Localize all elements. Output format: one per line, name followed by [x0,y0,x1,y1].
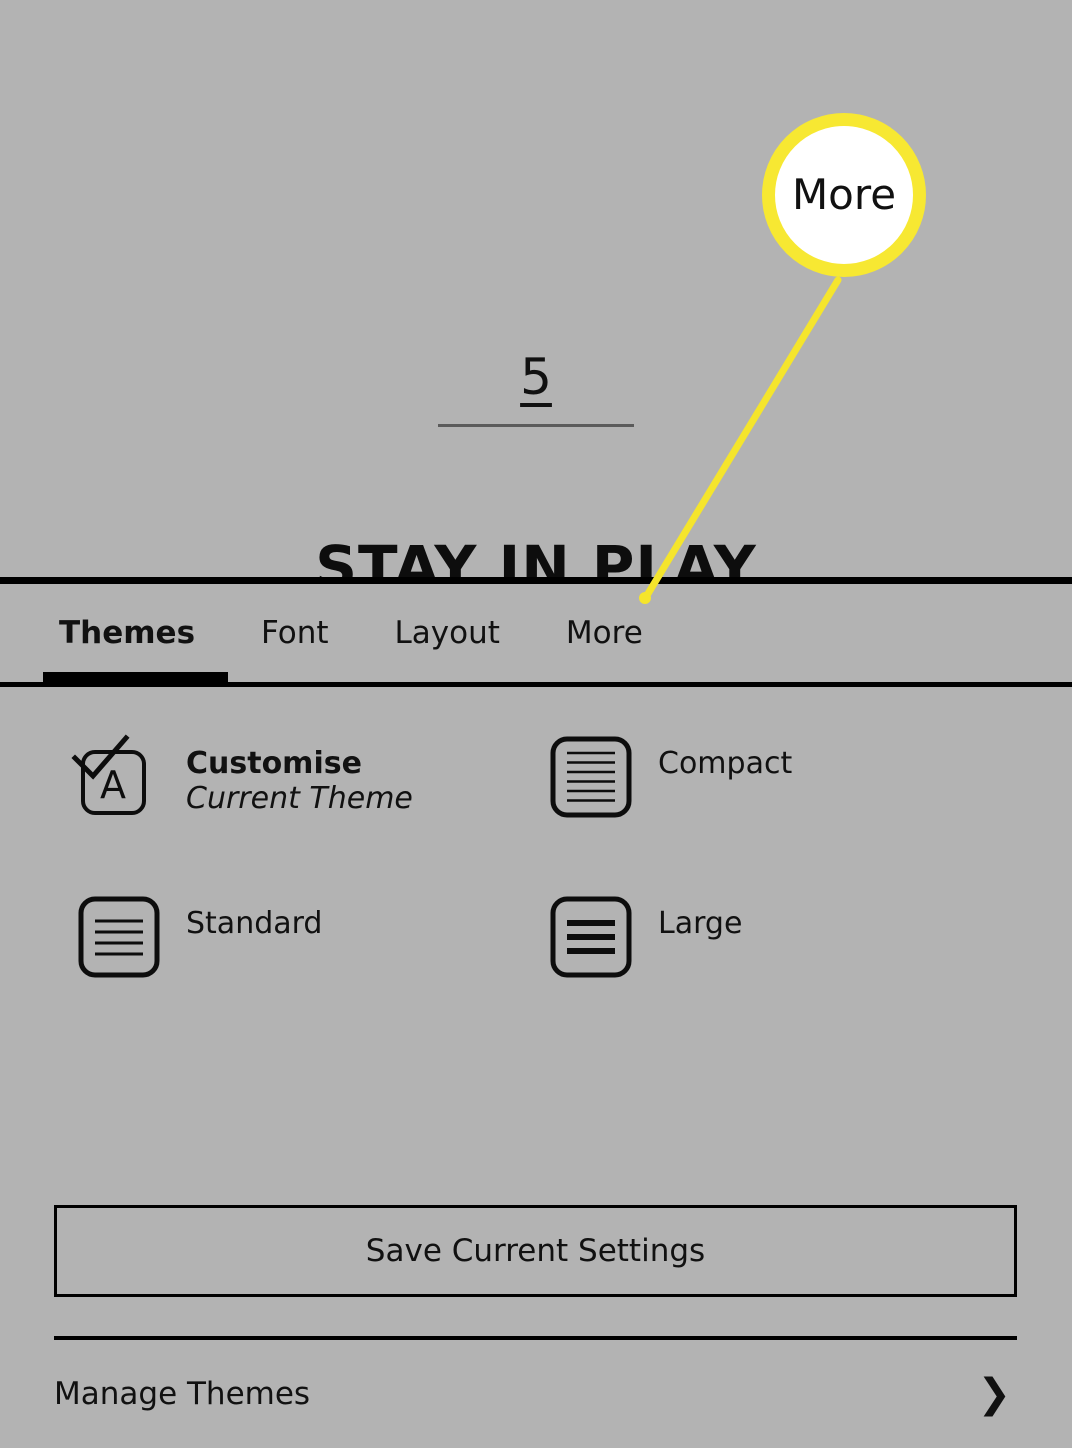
manage-themes-row[interactable]: Manage Themes ❯ [54,1340,1017,1448]
tab-layout[interactable]: Layout [362,584,533,682]
book-heading: STAY IN PLAY [315,533,757,580]
tabstrip: Themes Font Layout More [0,584,1072,687]
tab-more[interactable]: More [533,584,676,682]
theme-option-customise-sublabel: Current Theme [186,781,413,817]
document-compact-lines-icon [550,736,632,818]
settings-panel: Themes Font Layout More A Customise Curr… [0,577,1072,1448]
tab-themes-label: Themes [59,615,196,651]
svg-text:A: A [100,763,126,807]
document-large-lines-icon [550,896,632,978]
theme-option-compact[interactable]: Compact [550,736,1022,896]
save-current-settings-label: Save Current Settings [365,1233,706,1269]
document-standard-lines-icon [78,896,160,978]
document-a-check-icon: A [71,734,160,818]
save-current-settings-button[interactable]: Save Current Settings [54,1205,1017,1297]
chevron-right-icon: ❯ [977,1371,1011,1417]
theme-option-standard[interactable]: Standard [78,896,550,1056]
theme-option-standard-labels: Standard [186,896,322,941]
theme-option-standard-label: Standard [186,906,323,941]
manage-themes-label: Manage Themes [54,1376,311,1412]
tab-layout-label: Layout [394,615,500,651]
theme-option-customise[interactable]: A Customise Current Theme [71,734,550,896]
theme-options-grid: A Customise Current Theme Compact Standa… [0,734,1072,1056]
page-number: 5 [520,348,552,406]
theme-option-large-labels: Large [658,896,742,941]
tab-font[interactable]: Font [228,584,362,682]
page-backdrop: 5 STAY IN PLAY [0,0,1072,580]
page-number-container: 5 [0,352,1072,402]
tab-themes[interactable]: Themes [43,584,229,687]
settings-tabbar: Themes Font Layout More [0,584,1072,687]
tab-more-label: More [565,615,643,651]
theme-option-compact-label: Compact [658,746,793,781]
theme-option-customise-label: Customise [186,746,362,781]
tab-font-label: Font [261,615,329,651]
theme-option-compact-labels: Compact [658,736,792,781]
theme-option-large[interactable]: Large [550,896,1022,1056]
page-horizontal-rule [438,424,634,427]
theme-option-customise-labels: Customise Current Theme [186,736,413,817]
theme-option-large-label: Large [658,906,743,941]
